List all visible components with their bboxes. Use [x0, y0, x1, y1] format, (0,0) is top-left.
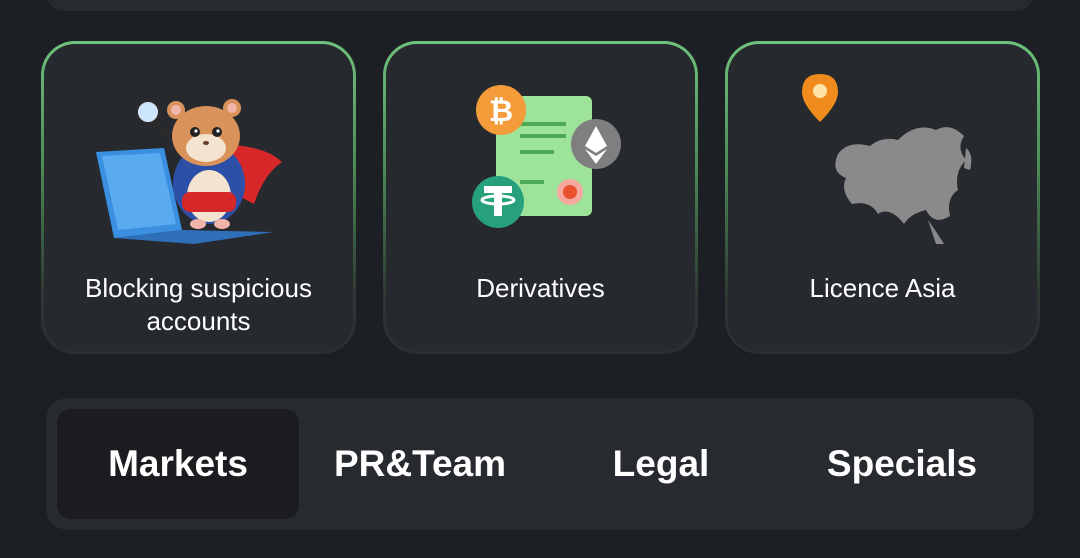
tab-bar: Markets PR&Team Legal Specials	[46, 398, 1034, 530]
upgrade-cards: Blocking suspicious accounts ₿ Derivativ…	[41, 41, 1041, 355]
card-label: Blocking suspicious accounts	[85, 273, 312, 336]
card-derivatives[interactable]: ₿ Derivatives	[383, 41, 698, 354]
tab-specials[interactable]: Specials	[781, 409, 1023, 519]
crypto-document-icon: ₿	[436, 74, 646, 244]
card-body: Blocking suspicious accounts	[44, 44, 353, 351]
card-label: Licence Asia	[809, 273, 956, 303]
tab-pr-team[interactable]: PR&Team	[299, 409, 541, 519]
svg-text:₿: ₿	[488, 94, 512, 129]
tab-markets[interactable]: Markets	[57, 409, 299, 519]
top-panel-edge	[46, 0, 1034, 11]
card-licence-asia[interactable]: Licence Asia	[725, 41, 1040, 354]
card-blocking-suspicious-accounts[interactable]: Blocking suspicious accounts	[41, 41, 356, 354]
asia-map-pin-icon	[778, 74, 988, 244]
card-body: ₿ Derivatives	[386, 44, 695, 351]
tab-legal[interactable]: Legal	[540, 409, 782, 519]
card-label: Derivatives	[476, 273, 605, 303]
card-body: Licence Asia	[728, 44, 1037, 351]
hamster-laptop-icon	[94, 74, 304, 244]
